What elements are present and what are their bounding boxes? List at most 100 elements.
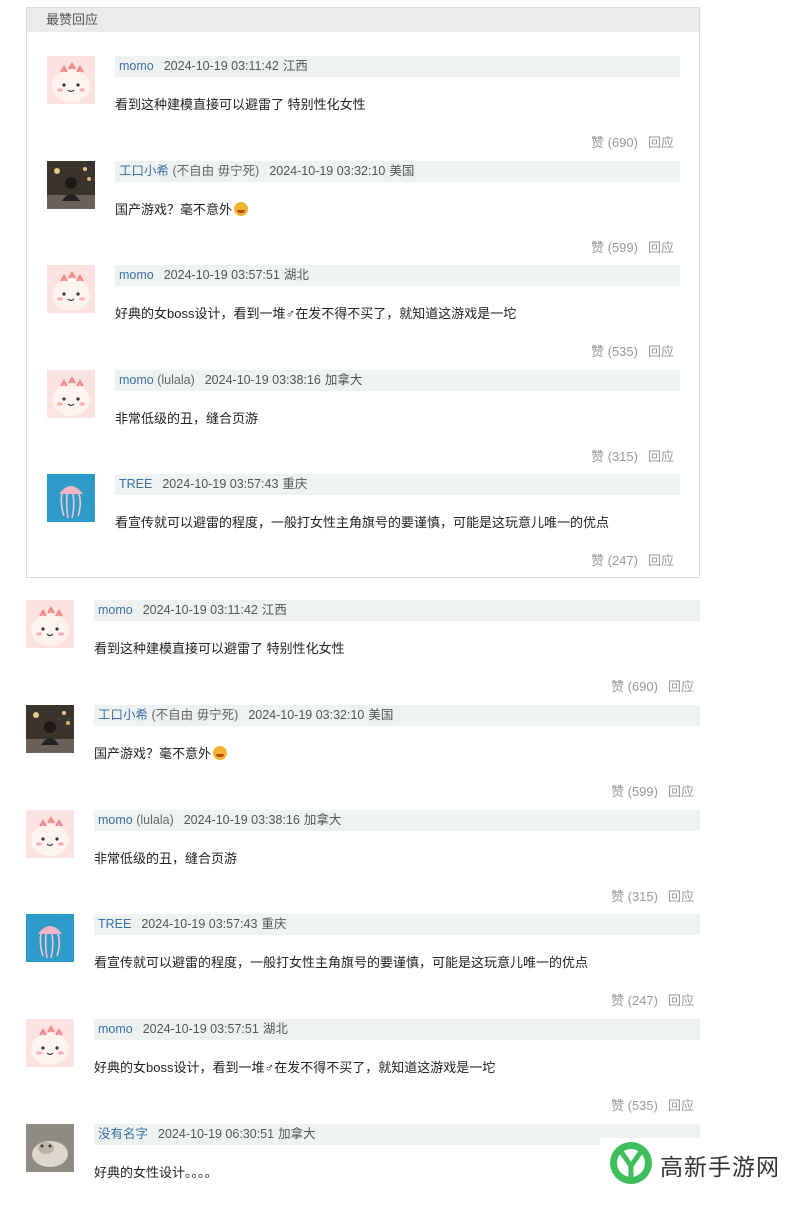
avatar[interactable] xyxy=(47,369,95,418)
gaoxin-logo-icon xyxy=(610,1142,652,1184)
comment-text: 看宣传就可以避雷的程度，一般打女性主角旗号的要谨慎，可能是这玩意儿唯一的优点 xyxy=(115,515,610,530)
comment-location: 加拿大 xyxy=(303,812,342,827)
comment-location: 重庆 xyxy=(261,917,287,932)
watermark-text: 高新手游网 xyxy=(660,1155,780,1181)
like-button[interactable]: 赞 (599) xyxy=(591,240,638,255)
comment-meta: momo 2024-10-19 03:11:42 江西 xyxy=(115,56,680,77)
username-link[interactable]: momo xyxy=(119,268,154,282)
comment-meta: TREE 2024-10-19 03:57:43 重庆 xyxy=(115,474,680,495)
comment-text: 国产游戏？毫不意外 xyxy=(94,743,228,762)
comment-time: 2024-10-19 03:57:51 xyxy=(163,268,280,282)
avatar[interactable] xyxy=(26,1019,74,1068)
comment-meta: TREE 2024-10-19 03:57:43 重庆 xyxy=(94,914,700,936)
reply-button[interactable]: 回应 xyxy=(648,240,674,255)
comment-item: TREE 2024-10-19 03:57:43 重庆看宣传就可以避雷的程度，一般打… xyxy=(26,914,700,1019)
reply-button[interactable]: 回应 xyxy=(668,784,694,799)
like-button[interactable]: 赞 (690) xyxy=(591,135,638,150)
comment-time: 2024-10-19 03:57:43 xyxy=(162,477,279,491)
comment-location: 江西 xyxy=(261,603,287,617)
comment-location: 重庆 xyxy=(282,477,308,491)
reply-button[interactable]: 回应 xyxy=(648,553,674,568)
comment-time: 2024-10-19 06:30:51 xyxy=(158,1127,275,1141)
username-link[interactable]: 工口小希 xyxy=(119,164,169,178)
avatar[interactable] xyxy=(47,160,95,209)
comment-time: 2024-10-19 03:57:43 xyxy=(141,917,258,932)
username-link[interactable]: momo xyxy=(98,1022,133,1036)
comment-item: momo (lulala) 2024-10-19 03:38:16 加拿大非常低级的… xyxy=(47,369,680,475)
avatar[interactable] xyxy=(47,474,95,522)
reply-button[interactable]: 回应 xyxy=(668,1098,694,1113)
username-link[interactable]: momo xyxy=(98,813,133,827)
comment-actions: 赞 (690) 回应 xyxy=(591,132,674,151)
reply-button[interactable]: 回应 xyxy=(648,135,674,150)
like-button[interactable]: 赞 (599) xyxy=(611,784,658,799)
comment-item: momo 2024-10-19 03:57:51 湖北好典的女boss设计，看到一堆… xyxy=(47,265,680,370)
like-button[interactable]: 赞 (247) xyxy=(611,993,658,1008)
comment-location: 加拿大 xyxy=(278,1127,316,1141)
comment-time: 2024-10-19 03:11:42 xyxy=(142,603,258,617)
comment-time: 2024-10-19 03:32:10 xyxy=(269,163,386,178)
username-link[interactable]: momo xyxy=(119,373,154,387)
comment-actions: 赞 (599) 回应 xyxy=(591,237,674,256)
reply-button[interactable]: 回应 xyxy=(648,449,674,464)
comment-time: 2024-10-19 03:32:10 xyxy=(248,707,365,722)
comment-meta: 工口小希 (不自由 毋宁死) 2024-10-19 03:32:10 美国 xyxy=(94,704,700,726)
comment-text: 好典的女boss设计，看到一堆♂在发不得不买了，就知道这游戏是一坨 xyxy=(94,1060,496,1076)
avatar[interactable] xyxy=(47,56,95,104)
comment-text: 非常低级的丑，缝合页游 xyxy=(94,850,238,866)
comment-meta: momo 2024-10-19 03:57:51 湖北 xyxy=(94,1019,700,1041)
comment-time: 2024-10-19 03:57:51 xyxy=(142,1022,259,1037)
username-link[interactable]: momo xyxy=(119,59,154,73)
username-link[interactable]: 工口小希 xyxy=(98,708,148,722)
user-signature: (不自由 毋宁死) xyxy=(172,163,260,178)
username-link[interactable]: momo xyxy=(98,603,133,617)
like-button[interactable]: 赞 (247) xyxy=(591,553,638,568)
username-link[interactable]: TREE xyxy=(119,477,152,491)
username-link[interactable]: TREE xyxy=(98,917,131,931)
username-link[interactable]: 没有名字 xyxy=(98,1127,148,1141)
reply-button[interactable]: 回应 xyxy=(668,889,694,904)
avatar[interactable] xyxy=(47,265,95,313)
grin-emoji-icon xyxy=(213,745,228,760)
user-signature: (lulala) xyxy=(136,812,174,827)
comment-location: 加拿大 xyxy=(324,372,363,387)
comment-text: 国产游戏？毫不意外 xyxy=(115,199,249,218)
comment-text: 看到这种建模直接可以避雷了 特别性化女性 xyxy=(115,97,366,112)
comment-meta: momo 2024-10-19 03:11:42 江西 xyxy=(94,600,700,621)
like-button[interactable]: 赞 (315) xyxy=(611,889,658,904)
like-button[interactable]: 赞 (315) xyxy=(591,449,638,464)
avatar[interactable] xyxy=(26,1124,74,1172)
hot-comments-title: 最赞回应 xyxy=(27,8,699,32)
reply-button[interactable]: 回应 xyxy=(668,993,694,1008)
comment-actions: 赞 (315) 回应 xyxy=(611,886,694,905)
comment-text: 非常低级的丑，缝合页游 xyxy=(115,410,259,426)
comment-item: momo 2024-10-19 03:57:51 湖北好典的女boss设计，看到一堆… xyxy=(26,1019,700,1124)
comment-actions: 赞 (247) 回应 xyxy=(591,550,674,569)
comment-location: 美国 xyxy=(368,707,394,722)
reply-button[interactable]: 回应 xyxy=(648,344,674,359)
user-signature: (lulala) xyxy=(157,372,195,387)
comment-location: 湖北 xyxy=(283,268,309,282)
comment-text: 看宣传就可以避雷的程度，一般打女性主角旗号的要谨慎，可能是这玩意儿唯一的优点 xyxy=(94,955,589,971)
grin-emoji-icon xyxy=(234,201,249,216)
comment-item: 工口小希 (不自由 毋宁死) 2024-10-19 03:32:10 美国 国产游戏？… xyxy=(26,704,700,810)
comment-text: 好典的女性设计。。。。 xyxy=(94,1165,218,1180)
comment-actions: 赞 (315) 回应 xyxy=(591,446,674,465)
comment-location: 美国 xyxy=(389,163,415,178)
like-button[interactable]: 赞 (690) xyxy=(611,679,658,694)
avatar[interactable] xyxy=(26,809,74,858)
comment-text: 好典的女boss设计，看到一堆♂在发不得不买了，就知道这游戏是一坨 xyxy=(115,306,517,321)
reply-button[interactable]: 回应 xyxy=(668,679,694,694)
comment-item: momo 2024-10-19 03:11:42 江西看到这种建模直接可以避雷了 特… xyxy=(47,56,680,161)
comment-location: 湖北 xyxy=(262,1022,288,1037)
avatar[interactable] xyxy=(26,600,74,648)
avatar[interactable] xyxy=(26,914,74,963)
avatar[interactable] xyxy=(26,704,74,753)
comment-item: momo (lulala) 2024-10-19 03:38:16 加拿大 非常低级的… xyxy=(26,809,700,915)
like-button[interactable]: 赞 (535) xyxy=(611,1098,658,1113)
comment-time: 2024-10-19 03:38:16 xyxy=(204,372,321,387)
comment-item: TREE 2024-10-19 03:57:43 重庆看宣传就可以避雷的程度，一般打… xyxy=(47,474,680,579)
like-button[interactable]: 赞 (535) xyxy=(591,344,638,359)
comment-location: 江西 xyxy=(282,59,308,73)
comment-meta: momo 2024-10-19 03:57:51 湖北 xyxy=(115,265,680,286)
